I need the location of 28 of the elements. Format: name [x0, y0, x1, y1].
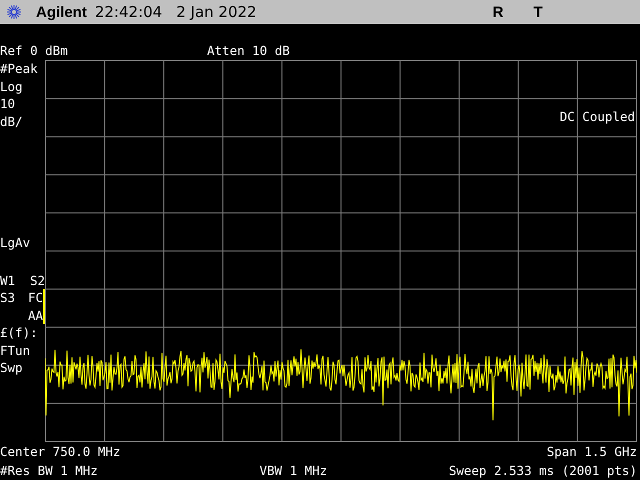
- span-label: Span 1.5 GHz: [546, 444, 637, 459]
- indicator-label: T: [533, 4, 543, 20]
- mode-label: S2: [30, 272, 45, 290]
- date-label: 2 Jan 2022: [176, 3, 257, 21]
- detector-label: #Peak: [0, 60, 39, 78]
- vbw-label: VBW 1 MHz: [259, 463, 328, 478]
- ref-level-label: Ref 0 dBm: [0, 43, 69, 58]
- time-label: 22:42:04: [94, 3, 162, 21]
- average-label: LgAv: [0, 234, 32, 251]
- scale-label: Log: [0, 78, 24, 95]
- scale-label: 10: [0, 95, 16, 112]
- coupling-label: DC Coupled: [560, 109, 635, 124]
- rbw-label: #Res BW 1 MHz: [0, 463, 98, 478]
- tune-label: FTun: [0, 342, 32, 360]
- attenuation-label: Atten 10 dB: [207, 43, 290, 58]
- brand-label: Agilent: [36, 4, 87, 20]
- mode-label: S3: [0, 289, 16, 307]
- indicator-label: R: [492, 4, 504, 20]
- sweep-mode-label: Swp: [0, 359, 24, 377]
- level-marker: [43, 289, 45, 324]
- function-label: £(f):: [0, 324, 39, 342]
- logo-icon: [6, 4, 22, 20]
- sweep-time-label: Sweep 2.533 ms (2001 pts): [448, 463, 637, 478]
- mode-label: W1: [0, 272, 16, 290]
- mode-label: FC: [28, 289, 43, 307]
- center-frequency-label: Center 750.0 MHz: [0, 444, 120, 459]
- mode-label: AA: [28, 306, 43, 324]
- scale-label: dB/: [0, 112, 24, 130]
